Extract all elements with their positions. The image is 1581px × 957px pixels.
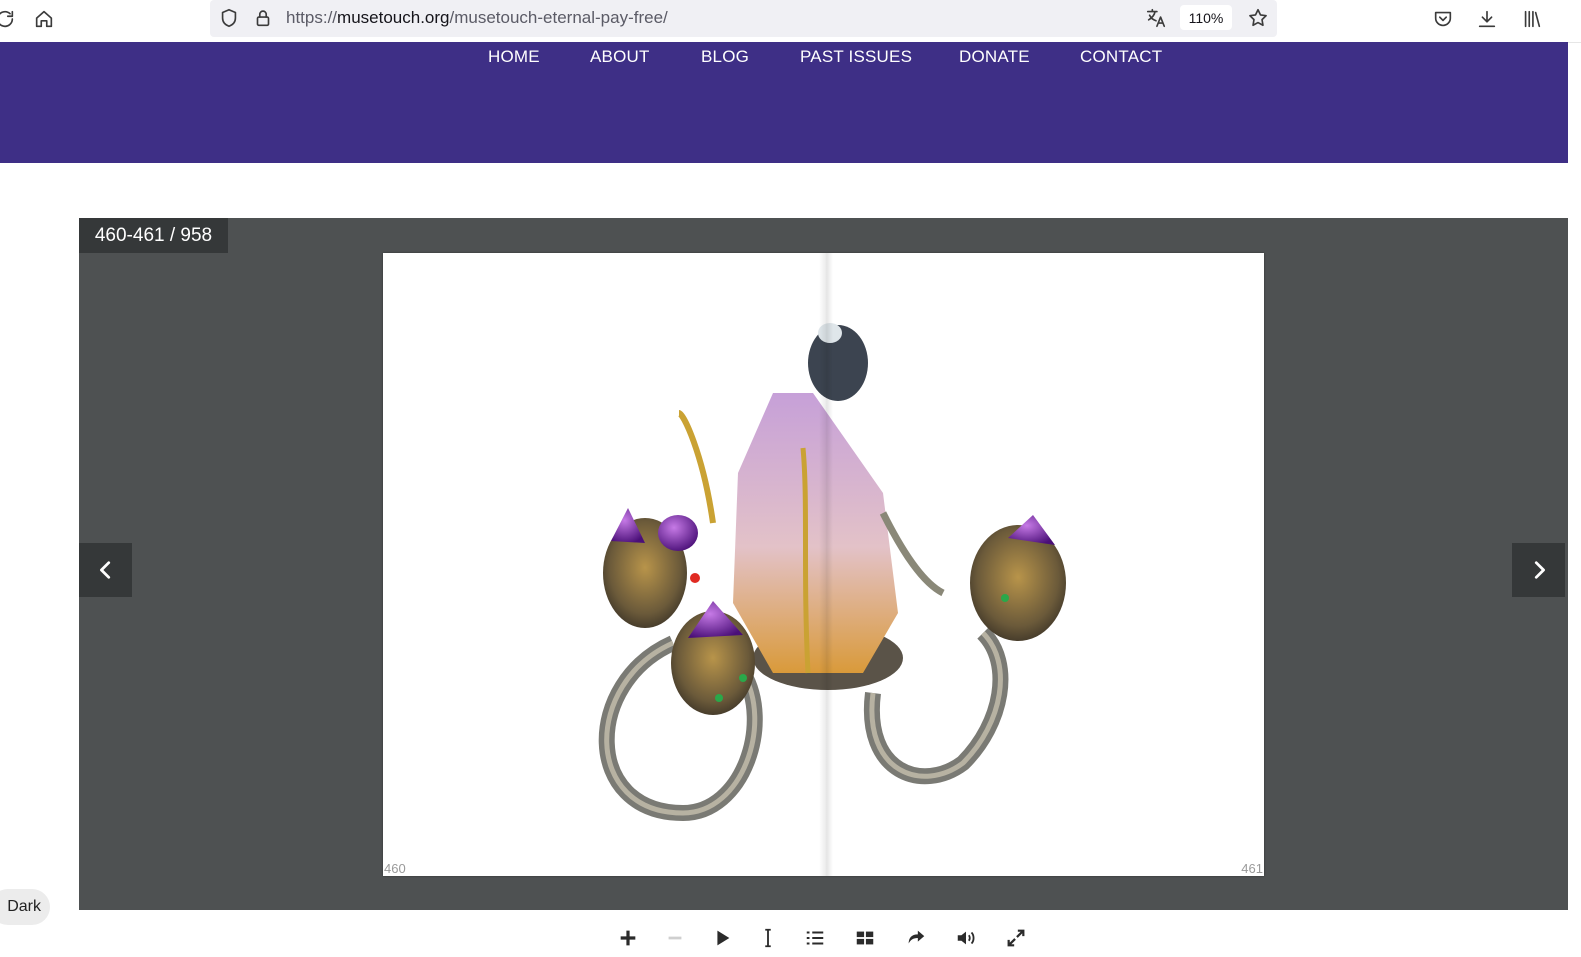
site-header: HOME ABOUT BLOG PAST ISSUES DONATE CONTA…	[0, 42, 1568, 163]
url-bar[interactable]: https://musetouch.org/musetouch-eternal-…	[210, 0, 1277, 37]
url-prefix: https://	[286, 8, 338, 27]
library-icon[interactable]	[1519, 6, 1545, 32]
home-icon[interactable]	[31, 6, 57, 32]
lock-icon[interactable]	[250, 5, 276, 31]
share-icon	[908, 930, 925, 944]
star-icon[interactable]	[1245, 5, 1271, 31]
text-select-icon	[765, 928, 771, 948]
book-spread[interactable]: 460 461	[383, 253, 1264, 876]
thumbnails-icon	[856, 931, 874, 945]
sound-icon	[957, 931, 975, 945]
right-page-number: 461	[1241, 861, 1263, 876]
nav-contact[interactable]: CONTACT	[1080, 47, 1162, 67]
zoom-out-icon	[668, 936, 682, 940]
book-spine	[819, 253, 833, 876]
table-of-contents-icon	[806, 931, 824, 945]
nav-past-issues[interactable]: PAST ISSUES	[800, 47, 912, 67]
previous-page-button[interactable]	[79, 543, 132, 597]
url-text[interactable]: https://musetouch.org/musetouch-eternal-…	[286, 8, 668, 28]
url-host: musetouch.org	[337, 8, 450, 27]
autoplay-button[interactable]	[708, 924, 736, 952]
zoom-in-button[interactable]	[614, 924, 642, 952]
thumbnails-button[interactable]	[851, 924, 879, 952]
main-nav: HOME ABOUT BLOG PAST ISSUES DONATE CONTA…	[0, 47, 1568, 71]
page-counter: 460-461 / 958	[79, 218, 228, 253]
table-of-contents-button[interactable]	[801, 924, 829, 952]
chevron-right-icon	[1534, 561, 1545, 579]
dark-mode-toggle[interactable]: Dark	[0, 889, 50, 925]
play-icon	[717, 930, 730, 946]
next-page-button[interactable]	[1512, 543, 1565, 597]
download-icon[interactable]	[1474, 6, 1500, 32]
nav-donate[interactable]: DONATE	[959, 47, 1030, 67]
sound-button[interactable]	[952, 924, 980, 952]
chevron-left-icon	[99, 561, 110, 579]
shield-icon[interactable]	[216, 5, 242, 31]
flipbook-viewer: 460-461 / 958 460 461	[79, 218, 1568, 910]
zoom-out-button[interactable]	[661, 924, 689, 952]
nav-blog[interactable]: BLOG	[701, 47, 749, 67]
nav-about[interactable]: ABOUT	[590, 47, 650, 67]
zoom-in-icon	[620, 930, 636, 946]
reload-icon[interactable]	[0, 6, 18, 32]
fullscreen-button[interactable]	[1002, 924, 1030, 952]
url-path: /musetouch-eternal-pay-free/	[449, 8, 668, 27]
pocket-icon[interactable]	[1430, 6, 1456, 32]
nav-home[interactable]: HOME	[488, 47, 540, 67]
share-button[interactable]	[902, 924, 930, 952]
browser-toolbar: https://musetouch.org/musetouch-eternal-…	[0, 0, 1581, 43]
fullscreen-icon	[1007, 929, 1025, 947]
text-select-button[interactable]	[754, 924, 782, 952]
translate-icon[interactable]	[1143, 5, 1169, 31]
zoom-level-badge[interactable]: 110%	[1180, 5, 1232, 30]
left-page-number: 460	[384, 861, 406, 876]
